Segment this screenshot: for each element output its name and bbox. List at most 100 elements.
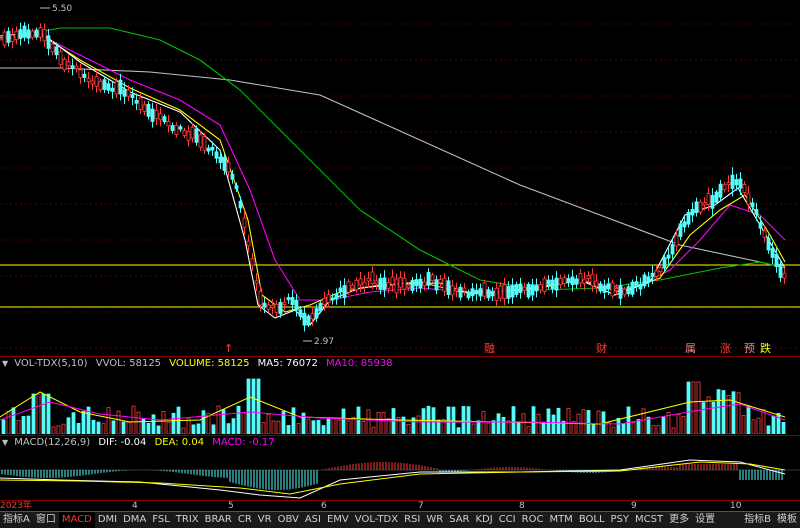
volume-chart-panel[interactable] [0,372,800,434]
candle-up[interactable] [586,275,591,280]
candle-down[interactable] [306,315,311,326]
candle-up[interactable] [782,272,787,279]
candle-down[interactable] [718,183,723,198]
candle-up[interactable] [590,273,595,287]
candle-up[interactable] [2,31,7,46]
candle-down[interactable] [650,272,655,277]
candle-up[interactable] [182,130,187,136]
macd-indicator-name[interactable]: MACD(12,26,9) [14,437,90,448]
candle-down[interactable] [278,302,283,315]
candle-down[interactable] [530,284,535,296]
candle-up[interactable] [498,285,503,299]
candle-up[interactable] [186,131,191,141]
candle-down[interactable] [626,286,631,295]
candle-down[interactable] [630,281,635,295]
candle-up[interactable] [254,280,259,284]
candle-up[interactable] [282,301,287,305]
candle-down[interactable] [710,195,715,209]
candle-down[interactable] [218,156,223,164]
candle-up[interactable] [166,121,171,127]
candle-up[interactable] [578,273,583,284]
tab-vr[interactable]: VR [255,512,275,528]
tab-emv[interactable]: EMV [324,512,352,528]
candle-down[interactable] [70,65,75,69]
candle-down[interactable] [682,221,687,228]
candle-down[interactable] [294,299,299,311]
candle-down[interactable] [46,35,51,49]
candle-down[interactable] [286,297,291,301]
price-chart-panel[interactable]: 5.50 2.97 ↑ 融 财 属 涨预跌 [0,0,800,356]
candle-up[interactable] [142,104,147,112]
tab-brar[interactable]: BRAR [202,512,235,528]
candle-up[interactable] [390,276,395,285]
candle-up[interactable] [398,277,403,288]
candle-up[interactable] [274,303,279,313]
tab-a[interactable]: 指标A [0,512,33,528]
candle-up[interactable] [174,125,179,135]
candle-up[interactable] [58,51,63,65]
candle-down[interactable] [330,297,335,301]
tab-sar[interactable]: SAR [446,512,472,528]
event-marker[interactable]: 跌 [760,341,771,355]
tab-[interactable]: 窗口 [33,512,59,528]
candle-up[interactable] [594,280,599,287]
tab-indicator-b[interactable]: 指标B [741,512,774,528]
candle-down[interactable] [774,253,779,267]
candle-up[interactable] [582,278,587,285]
candle-down[interactable] [34,29,39,38]
tab-cci[interactable]: CCI [496,512,519,528]
candle-down[interactable] [734,179,739,186]
tab-dma[interactable]: DMA [120,512,149,528]
candle-down[interactable] [546,279,551,285]
candle-down[interactable] [6,30,11,43]
candle-down[interactable] [666,254,671,259]
candle-down[interactable] [694,201,699,214]
candle-up[interactable] [62,58,67,71]
tab-cr[interactable]: CR [235,512,255,528]
candle-up[interactable] [10,34,15,42]
candle-up[interactable] [190,126,195,139]
candle-down[interactable] [150,108,155,122]
tab-boll[interactable]: BOLL [576,512,608,528]
candle-up[interactable] [98,80,103,91]
candle-up[interactable] [614,288,619,292]
candle-down[interactable] [778,263,783,278]
candle-down[interactable] [290,296,295,305]
candle-down[interactable] [602,285,607,293]
candle-up[interactable] [74,65,79,70]
candle-down[interactable] [122,89,127,97]
candle-down[interactable] [514,284,519,295]
candle-up[interactable] [126,89,131,97]
candle-up[interactable] [538,284,543,291]
tab-macd[interactable]: MACD [58,512,95,528]
candle-down[interactable] [550,279,555,290]
event-marker[interactable]: 财 [596,341,607,355]
collapse-icon[interactable]: ▼ [2,357,11,371]
candle-up[interactable] [114,81,119,95]
candle-down[interactable] [410,279,415,291]
candle-down[interactable] [378,277,383,290]
candle-down[interactable] [458,286,463,298]
candle-down[interactable] [606,283,611,290]
candle-up[interactable] [722,184,727,190]
vol-indicator-name[interactable]: VOL-TDX(5,10) [14,358,87,369]
candle-up[interactable] [66,61,71,67]
candle-down[interactable] [690,208,695,216]
candle-down[interactable] [162,116,167,123]
candle-down[interactable] [634,281,639,287]
candle-down[interactable] [670,244,675,255]
collapse-icon[interactable]: ▼ [2,436,11,450]
candle-down[interactable] [134,100,139,104]
candle-up[interactable] [654,270,659,277]
candle-up[interactable] [454,288,459,292]
candle-up[interactable] [762,230,767,238]
candle-up[interactable] [78,69,83,79]
candle-down[interactable] [418,278,423,289]
candle-down[interactable] [510,284,515,298]
candle-up[interactable] [94,76,99,87]
candle-up[interactable] [402,277,407,290]
candle-down[interactable] [178,126,183,130]
event-marker[interactable]: ↑ [224,342,233,355]
candle-up[interactable] [242,217,247,228]
candle-down[interactable] [574,278,579,285]
